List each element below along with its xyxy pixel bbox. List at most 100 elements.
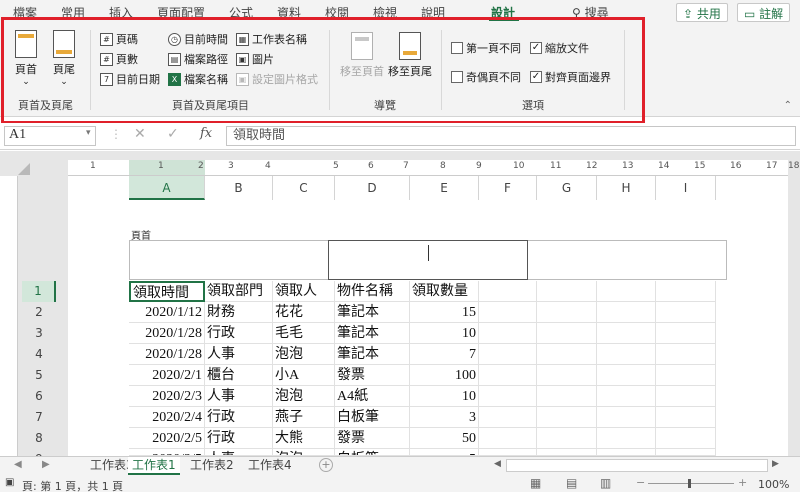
empty-cell[interactable] — [479, 344, 537, 365]
cell-a[interactable]: 2020/2/5 — [129, 428, 205, 449]
row-header[interactable]: 4 — [22, 344, 56, 365]
cell-e[interactable]: 10 — [410, 323, 479, 344]
cell-e[interactable]: 7 — [410, 344, 479, 365]
cell-a[interactable]: 2020/2/5 — [129, 449, 205, 456]
active-cell[interactable]: 領取時間 — [129, 281, 205, 302]
empty-cell[interactable] — [537, 281, 597, 302]
row-header[interactable]: 1 — [22, 281, 56, 302]
empty-cell[interactable] — [597, 407, 656, 428]
empty-cell[interactable] — [537, 302, 597, 323]
empty-cell[interactable] — [479, 428, 537, 449]
cell-b[interactable]: 行政 — [205, 323, 273, 344]
cancel-icon[interactable]: ✕ — [134, 126, 146, 142]
cell-c[interactable]: 小A — [273, 365, 335, 386]
empty-cell[interactable] — [479, 302, 537, 323]
column-header-a[interactable]: A — [129, 176, 205, 200]
normal-view-icon[interactable]: ▦ — [530, 476, 541, 490]
comments-button[interactable]: ▭ 註解 — [737, 3, 791, 22]
empty-cell[interactable] — [479, 407, 537, 428]
cell-d[interactable]: 白板筆 — [335, 407, 410, 428]
empty-cell[interactable] — [656, 386, 716, 407]
cell-a[interactable]: 2020/1/28 — [129, 344, 205, 365]
empty-cell[interactable] — [656, 365, 716, 386]
empty-cell[interactable] — [479, 365, 537, 386]
zoom-level[interactable]: 100% — [758, 478, 789, 491]
cell-e[interactable]: 領取數量 — [410, 281, 479, 302]
name-box[interactable]: A1 — [4, 126, 96, 146]
cell-d[interactable]: 白板筆 — [335, 449, 410, 456]
empty-cell[interactable] — [656, 428, 716, 449]
empty-cell[interactable] — [537, 428, 597, 449]
empty-cell[interactable] — [479, 281, 537, 302]
empty-cell[interactable] — [537, 449, 597, 456]
cell-c[interactable]: 大熊 — [273, 428, 335, 449]
cell-b[interactable]: 人事 — [205, 344, 273, 365]
empty-cell[interactable] — [537, 386, 597, 407]
row-header[interactable]: 3 — [22, 323, 56, 344]
row-header[interactable]: 5 — [22, 365, 56, 386]
empty-cell[interactable] — [656, 407, 716, 428]
column-header-d[interactable]: D — [335, 176, 410, 200]
empty-cell[interactable] — [656, 281, 716, 302]
empty-cell[interactable] — [597, 449, 656, 456]
zoom-slider-thumb[interactable] — [688, 479, 691, 488]
empty-cell[interactable] — [537, 407, 597, 428]
column-header-f[interactable]: F — [479, 176, 537, 200]
cell-e[interactable]: 3 — [410, 407, 479, 428]
page-layout-view-icon[interactable]: ▤ — [566, 476, 577, 490]
row-header[interactable]: 6 — [22, 386, 56, 407]
macro-icon[interactable]: ▣ — [5, 477, 14, 488]
cell-e[interactable]: 100 — [410, 365, 479, 386]
column-header-g[interactable]: G — [537, 176, 597, 200]
cell-c[interactable]: 領取人 — [273, 281, 335, 302]
sheet-tab-1[interactable]: 工作表1 — [128, 457, 180, 475]
cell-a[interactable]: 2020/1/12 — [129, 302, 205, 323]
empty-cell[interactable] — [597, 302, 656, 323]
column-header-c[interactable]: C — [273, 176, 335, 200]
cell-d[interactable]: 筆記本 — [335, 302, 410, 323]
empty-cell[interactable] — [597, 365, 656, 386]
cell-e[interactable]: 15 — [410, 302, 479, 323]
empty-cell[interactable] — [656, 323, 716, 344]
insert-function-icon[interactable]: fx — [200, 126, 212, 141]
column-header-e[interactable]: E — [410, 176, 479, 200]
zoom-out-icon[interactable]: − — [636, 476, 645, 489]
empty-cell[interactable] — [597, 428, 656, 449]
cell-a[interactable]: 2020/2/1 — [129, 365, 205, 386]
cell-d[interactable]: 發票 — [335, 365, 410, 386]
hscroll-left-icon[interactable]: ◀ — [494, 459, 501, 469]
sheet-tab-2[interactable]: 工作表2 — [186, 457, 238, 475]
cell-c[interactable]: 泡泡 — [273, 449, 335, 456]
zoom-in-icon[interactable]: + — [738, 476, 747, 489]
empty-cell[interactable] — [597, 344, 656, 365]
cell-c[interactable]: 泡泡 — [273, 344, 335, 365]
cell-c[interactable]: 泡泡 — [273, 386, 335, 407]
cell-b[interactable]: 行政 — [205, 428, 273, 449]
empty-cell[interactable] — [597, 323, 656, 344]
empty-cell[interactable] — [479, 386, 537, 407]
row-header[interactable]: 2 — [22, 302, 56, 323]
empty-cell[interactable] — [656, 302, 716, 323]
column-header-b[interactable]: B — [205, 176, 273, 200]
cell-e[interactable]: 50 — [410, 428, 479, 449]
row-header[interactable]: 7 — [22, 407, 56, 428]
empty-cell[interactable] — [479, 449, 537, 456]
cell-c[interactable]: 花花 — [273, 302, 335, 323]
row-header[interactable]: 8 — [22, 428, 56, 449]
header-center-section[interactable] — [328, 240, 528, 280]
empty-cell[interactable] — [597, 281, 656, 302]
cell-b[interactable]: 行政 — [205, 407, 273, 428]
empty-cell[interactable] — [656, 449, 716, 456]
horizontal-scrollbar[interactable] — [506, 459, 768, 472]
cell-d[interactable]: 物件名稱 — [335, 281, 410, 302]
empty-cell[interactable] — [479, 323, 537, 344]
cell-a[interactable]: 2020/1/28 — [129, 323, 205, 344]
cell-b[interactable]: 人事 — [205, 449, 273, 456]
cell-e[interactable]: 10 — [410, 386, 479, 407]
cell-a[interactable]: 2020/2/3 — [129, 386, 205, 407]
column-header-i[interactable]: I — [656, 176, 716, 200]
empty-cell[interactable] — [537, 323, 597, 344]
empty-cell[interactable] — [537, 365, 597, 386]
scroll-left-icon[interactable]: ◀ — [14, 459, 22, 470]
cell-d[interactable]: 筆記本 — [335, 344, 410, 365]
